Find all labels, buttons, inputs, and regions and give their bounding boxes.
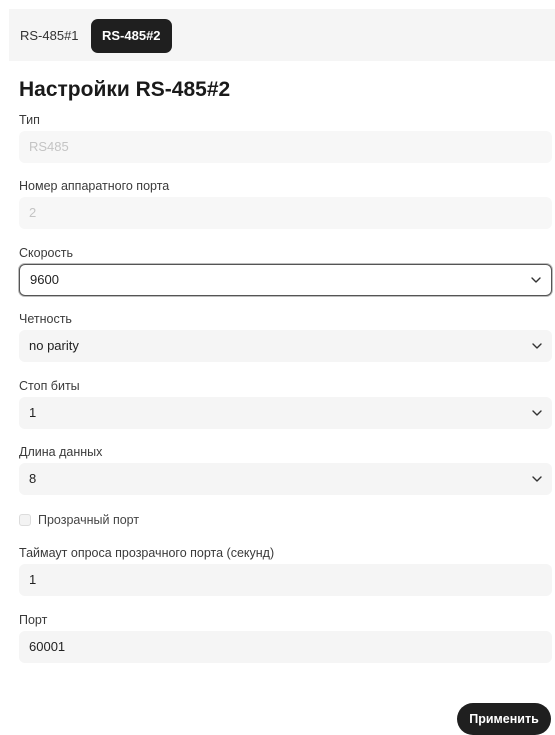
type-label: Тип [19, 113, 40, 127]
transparent-port-checkbox[interactable] [19, 514, 31, 526]
transparent-port-label: Прозрачный порт [38, 513, 140, 527]
stop-bits-label: Стоп биты [19, 379, 80, 393]
transparent-port-row[interactable]: Прозрачный порт [19, 511, 139, 529]
tab-rs485-1[interactable]: RS-485#1 [9, 19, 90, 53]
chevron-down-icon [532, 463, 542, 495]
type-field: RS485 [19, 131, 552, 163]
hw-port-label: Номер аппаратного порта [19, 179, 170, 193]
stop-bits-value: 1 [29, 405, 37, 420]
port-label: Порт [19, 613, 48, 627]
timeout-input[interactable]: 1 [19, 564, 552, 596]
chevron-down-icon [531, 265, 541, 295]
data-length-select[interactable]: 8 [19, 463, 552, 495]
data-length-label: Длина данных [19, 445, 103, 459]
speed-label: Скорость [19, 246, 73, 260]
timeout-label: Таймаут опроса прозрачного порта (секунд… [19, 546, 275, 560]
data-length-value: 8 [29, 471, 37, 486]
chevron-down-icon [532, 330, 542, 362]
stop-bits-select[interactable]: 1 [19, 397, 552, 429]
port-input[interactable]: 60001 [19, 631, 552, 663]
page-title: Настройки RS-485#2 [19, 78, 231, 101]
parity-select[interactable]: no parity [19, 330, 552, 362]
tab-bar: RS-485#1 RS-485#2 [9, 9, 555, 61]
chevron-down-icon [532, 397, 542, 429]
apply-button[interactable]: Применить [457, 703, 551, 735]
speed-value: 9600 [30, 272, 59, 287]
parity-value: no parity [29, 338, 79, 353]
parity-label: Четность [19, 312, 72, 326]
hw-port-field: 2 [19, 197, 552, 229]
speed-select[interactable]: 9600 [19, 264, 552, 296]
tab-rs485-2[interactable]: RS-485#2 [91, 19, 172, 53]
